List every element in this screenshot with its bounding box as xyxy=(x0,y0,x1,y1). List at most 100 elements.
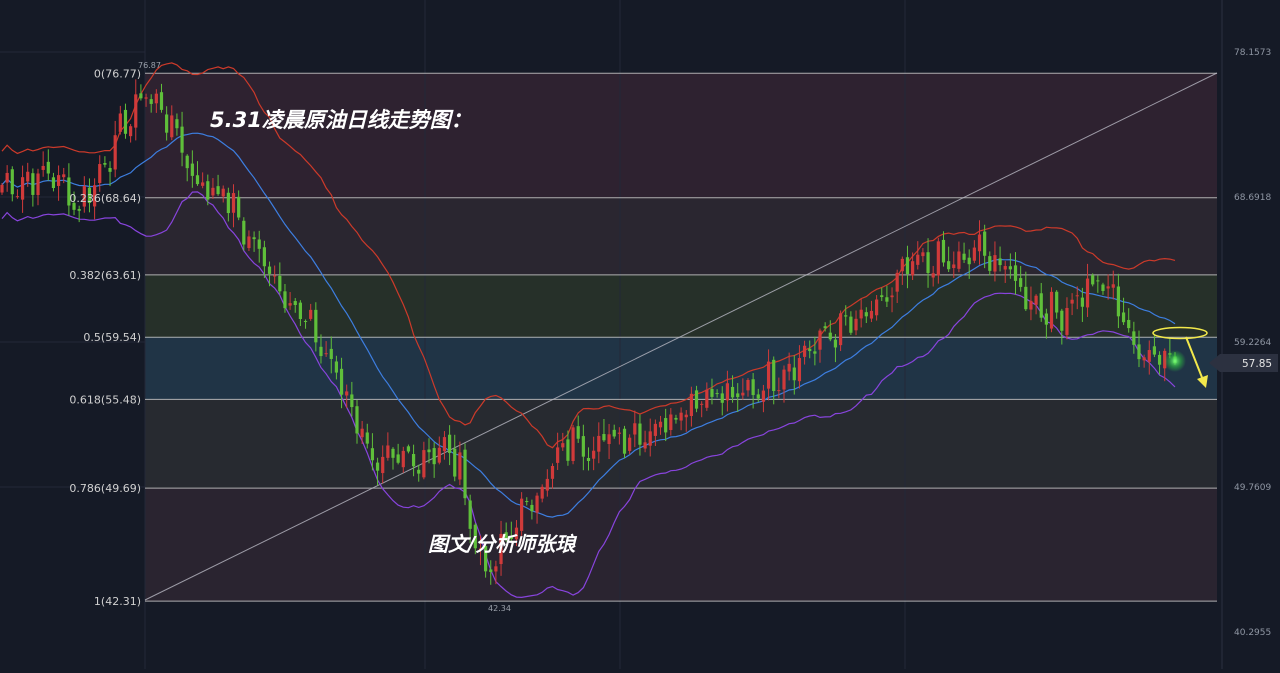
candle-body xyxy=(715,393,719,395)
candle-body xyxy=(561,443,565,448)
candle-body xyxy=(417,469,421,474)
candle-body xyxy=(442,437,447,452)
candle-body xyxy=(931,273,935,278)
candle-body xyxy=(772,359,776,391)
y-axis-tick-label: 68.6918 xyxy=(1234,193,1271,203)
candle-body xyxy=(967,257,971,265)
candle-body xyxy=(787,363,791,372)
high-label: 76.87 xyxy=(138,61,161,70)
candle-body xyxy=(216,186,220,195)
candle-body xyxy=(895,272,899,292)
candle-body xyxy=(1111,284,1115,288)
y-axis-tick-label: 78.1573 xyxy=(1234,48,1271,58)
candle-body xyxy=(694,390,699,409)
candle-body xyxy=(844,315,848,317)
candle-body xyxy=(1070,299,1074,304)
chart-area[interactable]: 0(76.77) 0.236(68.64) 0.382(63.61) 0.5(59.5… xyxy=(0,0,1280,669)
candle-body xyxy=(1034,295,1038,305)
candle-body xyxy=(293,301,297,306)
fib-zone xyxy=(145,73,1217,198)
candle-body xyxy=(494,566,498,572)
candle-body xyxy=(643,442,647,449)
candle-body xyxy=(849,316,853,333)
candle-body xyxy=(252,237,256,240)
candle-body xyxy=(15,196,20,198)
candle-body xyxy=(51,177,56,189)
candle-body xyxy=(916,254,920,265)
candle-body xyxy=(535,495,539,513)
candle-body xyxy=(170,115,174,138)
candle-body xyxy=(98,164,102,184)
candle-body xyxy=(602,434,606,441)
candle-body xyxy=(705,389,709,408)
candle-body xyxy=(1132,331,1136,345)
candle-body xyxy=(1157,354,1162,365)
chart-title: 5.31凌晨原油日线走势图： xyxy=(210,108,472,132)
candle-body xyxy=(792,367,796,381)
candle-body xyxy=(525,501,529,503)
candle-body xyxy=(684,414,688,418)
candle-body xyxy=(782,369,786,390)
candle-body xyxy=(725,383,730,401)
candle-body xyxy=(1044,313,1048,325)
fib-level-label: 0.236(68.64) xyxy=(69,192,141,205)
candle-body xyxy=(411,454,416,467)
candle-body xyxy=(36,173,40,196)
candle-body xyxy=(766,361,771,389)
candle-body xyxy=(720,393,724,403)
candle-body xyxy=(520,498,524,531)
fib-zone xyxy=(145,488,1217,602)
current-price-marker xyxy=(1164,350,1186,372)
candle-body xyxy=(540,486,544,499)
candle-body xyxy=(41,165,45,170)
candle-body xyxy=(977,234,982,252)
candle-body xyxy=(530,504,534,512)
candle-body xyxy=(797,358,802,382)
fib-level-label: 0.618(55.48) xyxy=(69,393,141,406)
candle-body xyxy=(1029,300,1033,310)
candle-body xyxy=(31,173,35,195)
candle-body xyxy=(334,361,339,373)
candle-body xyxy=(324,353,328,355)
candle-body xyxy=(1152,346,1157,355)
candle-body xyxy=(746,379,750,391)
candle-body xyxy=(195,175,200,185)
candle-body xyxy=(592,450,596,459)
candle-body xyxy=(545,478,549,491)
candle-body xyxy=(144,97,148,99)
candle-body xyxy=(941,239,946,263)
candle-body xyxy=(360,428,364,438)
candle-body xyxy=(134,94,138,128)
candle-body xyxy=(226,192,230,214)
candle-body xyxy=(983,231,987,256)
candle-body xyxy=(777,390,781,392)
candle-body xyxy=(818,330,822,350)
candle-body xyxy=(972,247,976,261)
candle-body xyxy=(370,448,375,461)
candle-body xyxy=(77,209,81,211)
candle-body xyxy=(427,449,431,453)
candle-body xyxy=(1127,319,1131,329)
candle-body xyxy=(988,256,992,271)
candle-body xyxy=(1116,286,1121,317)
candle-body xyxy=(1003,266,1007,270)
candle-body xyxy=(1091,275,1095,285)
candle-body xyxy=(648,431,652,446)
candle-body xyxy=(833,339,838,348)
candle-body xyxy=(550,465,555,479)
candle-body xyxy=(1080,297,1084,307)
candle-body xyxy=(206,181,210,200)
candle-body xyxy=(437,447,441,463)
candle-body xyxy=(633,423,637,435)
candle-body xyxy=(401,450,405,468)
candle-body xyxy=(396,454,400,463)
candle-body xyxy=(869,310,874,319)
candle-body xyxy=(1008,266,1012,270)
candle-body xyxy=(159,92,164,110)
candlestick-chart[interactable]: 0(76.77) 0.236(68.64) 0.382(63.61) 0.5(59.5… xyxy=(0,0,1280,669)
fib-level-label: 1(42.31) xyxy=(94,595,141,608)
candle-body xyxy=(273,275,277,277)
candle-body xyxy=(303,320,308,322)
candle-body xyxy=(921,252,925,257)
candle-body xyxy=(926,252,930,273)
